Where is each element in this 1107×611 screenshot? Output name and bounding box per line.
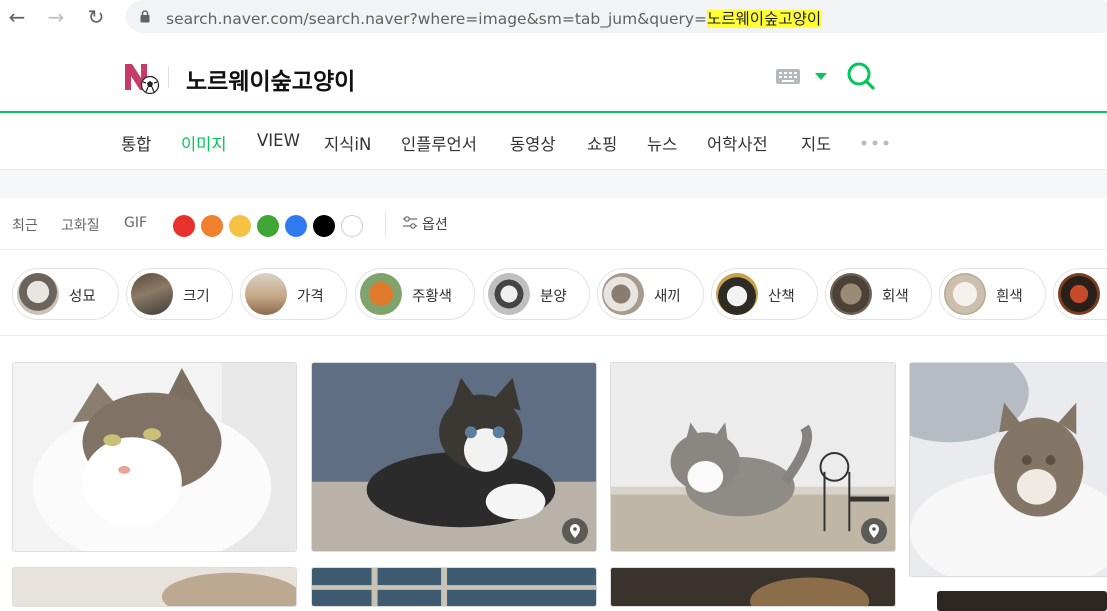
image-result[interactable] [311,567,597,607]
tab-all[interactable]: 통합 [121,131,151,155]
keyboard-icon[interactable] [776,69,800,84]
logo-divider [168,66,169,88]
section-spacer [0,170,1107,198]
search-tabs: 통합 이미지 VIEW 지식iN 인플루언서 동영상 쇼핑 뉴스 어학사전 지도 [0,113,1107,170]
image-results [0,337,1107,611]
chip-label: 성묘 [69,289,96,305]
cat-photo [611,568,895,606]
chip-kitten[interactable]: 새끼 [597,268,704,320]
location-pin-icon[interactable] [861,518,887,544]
chip-gray[interactable]: 회색 [825,268,932,320]
options-button[interactable]: 옵션 [422,214,448,234]
search-icon[interactable] [846,61,876,91]
chip-label: 가격 [297,289,324,305]
tab-news[interactable]: 뉴스 [647,131,677,155]
color-black[interactable] [313,215,335,237]
tab-shopping[interactable]: 쇼핑 [587,131,617,155]
kitten-photo [910,363,1107,576]
reload-icon[interactable]: ↻ [84,5,108,29]
chip-orange[interactable]: 주황색 [355,268,475,320]
chip-size[interactable]: 크기 [126,268,233,320]
color-white[interactable] [341,215,363,237]
url-text: search.naver.com/search.naver?where=imag… [166,10,708,28]
related-keywords: 성묘 크기 가격 주황색 분양 새끼 산책 회색 흰색 [0,251,1107,336]
color-yellow[interactable] [229,215,251,237]
naver-logo-icon[interactable] [124,62,160,94]
filter-bar: 최근 고화질 GIF 옵션 [0,198,1107,250]
chip-adoption[interactable]: 분양 [483,268,590,320]
cat-photo [937,591,1107,611]
tab-video[interactable]: 동영상 [510,131,556,155]
chip-price[interactable]: 가격 [240,268,347,320]
image-result[interactable] [610,567,896,607]
kitten-photo [611,363,895,551]
chip-label: 분양 [540,289,567,305]
filter-hd[interactable]: 고화질 [61,215,100,235]
chip-thumbnail [245,273,287,315]
sliders-icon[interactable] [402,215,418,231]
chip-thumbnail [602,273,644,315]
chip-thumbnail [488,273,530,315]
cat-photo [312,568,596,606]
search-header: 노르웨이숲고양이 [0,40,1107,113]
image-result[interactable] [311,362,597,552]
tab-view[interactable]: VIEW [257,131,300,150]
tab-image[interactable]: 이미지 [181,131,227,155]
image-result[interactable] [12,567,297,607]
tab-influencer[interactable]: 인플루언서 [401,131,477,155]
address-url[interactable]: search.naver.com/search.naver?where=imag… [166,7,822,29]
tab-map[interactable]: 지도 [801,131,831,155]
image-result[interactable] [909,362,1107,577]
chip-label: 크기 [183,289,210,305]
search-query[interactable]: 노르웨이숲고양이 [186,62,355,96]
color-blue[interactable] [285,215,307,237]
chip-label: 산책 [768,289,795,305]
kitten-photo [312,363,596,551]
chip-thumbnail [1058,273,1100,315]
chip-partial[interactable] [1053,268,1107,320]
chip-thumbnail [131,273,173,315]
chip-label: 주황색 [412,289,453,305]
chip-thumbnail [17,273,59,315]
tab-dictionary[interactable]: 어학사전 [707,131,768,155]
location-pin-icon[interactable] [562,518,588,544]
filter-divider [385,212,386,236]
color-green[interactable] [257,215,279,237]
cat-photo [13,568,296,606]
color-orange[interactable] [201,215,223,237]
chip-thumbnail [944,273,986,315]
pin-glyph [869,524,879,538]
color-red[interactable] [173,215,195,237]
forward-icon[interactable]: → [44,5,68,29]
chevron-down-icon[interactable] [815,73,827,80]
chip-thumbnail [830,273,872,315]
chip-label: 흰색 [996,289,1023,305]
chip-label: 새끼 [654,289,681,305]
filter-gif[interactable]: GIF [124,215,147,231]
image-result[interactable] [937,591,1107,611]
image-result[interactable] [610,362,896,552]
back-icon[interactable]: ← [5,5,29,29]
chip-thumbnail [360,273,402,315]
chip-white[interactable]: 흰색 [939,268,1046,320]
url-query-highlight: 노르웨이숲고양이 [707,10,822,28]
chip-walk[interactable]: 산책 [711,268,818,320]
chip-adult-cat[interactable]: 성묘 [12,268,119,320]
lock-icon[interactable] [140,10,150,23]
tab-kin[interactable]: 지식iN [324,131,371,155]
browser-toolbar: ← → ↻ search.naver.com/search.naver?wher… [0,0,1107,34]
pin-glyph [570,524,580,538]
cat-photo [13,363,296,551]
keyboard-keys [779,72,797,82]
chip-thumbnail [716,273,758,315]
more-dots-icon[interactable] [860,140,890,146]
chip-label: 회색 [882,289,909,305]
image-result[interactable] [12,362,297,552]
filter-recent[interactable]: 최근 [12,215,38,235]
